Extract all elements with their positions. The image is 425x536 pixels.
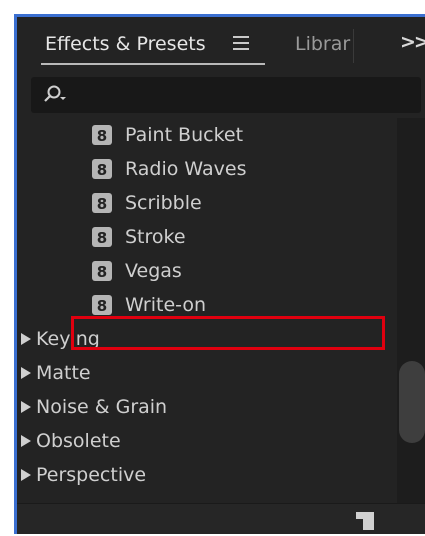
hamburger-menu-icon[interactable] bbox=[233, 36, 249, 52]
panel-footer bbox=[17, 503, 425, 534]
category-item[interactable]: Matte bbox=[17, 356, 397, 390]
preset-8-icon: 8 bbox=[92, 295, 112, 315]
list-item-stroke[interactable]: 8 Stroke bbox=[17, 220, 397, 254]
search-input[interactable] bbox=[31, 77, 421, 113]
category-item[interactable]: Obsolete bbox=[17, 424, 397, 458]
tab-effects-presets[interactable]: Effects & Presets bbox=[45, 33, 206, 55]
list-item-label: Paint Bucket bbox=[125, 124, 244, 146]
category-label: Perspective bbox=[36, 464, 147, 486]
list-item-label: Radio Waves bbox=[125, 158, 247, 180]
preset-8-icon: 8 bbox=[92, 227, 112, 247]
preset-8-icon: 8 bbox=[92, 159, 112, 179]
svg-text:8: 8 bbox=[97, 161, 107, 179]
effects-presets-panel: Effects & Presets Librar >> 8 Paint Buck… bbox=[14, 14, 425, 534]
category-label: Matte bbox=[36, 362, 91, 384]
double-chevron-right-icon[interactable]: >> bbox=[400, 31, 425, 53]
disclosure-triangle-right-icon[interactable] bbox=[20, 468, 32, 482]
active-tab-underline bbox=[41, 63, 265, 65]
tab-divider bbox=[353, 29, 354, 63]
preset-8-icon: 8 bbox=[92, 125, 112, 145]
list-item[interactable]: 8 Vegas bbox=[17, 254, 397, 288]
tab-libraries[interactable]: Librar bbox=[295, 33, 351, 55]
svg-text:8: 8 bbox=[97, 127, 107, 145]
scrollbar-thumb[interactable] bbox=[399, 361, 425, 443]
preset-8-icon: 8 bbox=[92, 193, 112, 213]
list-item[interactable]: 8 Radio Waves bbox=[17, 152, 397, 186]
list-item-label: Vegas bbox=[125, 260, 182, 282]
svg-text:8: 8 bbox=[97, 263, 107, 281]
stroke-highlight-box bbox=[71, 316, 385, 350]
disclosure-triangle-right-icon[interactable] bbox=[20, 434, 32, 448]
list-item-label: Scribble bbox=[125, 192, 202, 214]
new-folder-icon[interactable] bbox=[355, 511, 375, 531]
scrollbar-track[interactable] bbox=[397, 118, 425, 503]
disclosure-triangle-right-icon[interactable] bbox=[20, 400, 32, 414]
category-item[interactable]: Perspective bbox=[17, 458, 397, 492]
category-label: Obsolete bbox=[36, 430, 121, 452]
list-item-label: Stroke bbox=[125, 226, 186, 248]
disclosure-triangle-right-icon[interactable] bbox=[20, 332, 32, 346]
category-label: Noise & Grain bbox=[36, 396, 168, 418]
disclosure-triangle-right-icon[interactable] bbox=[20, 366, 32, 380]
svg-text:8: 8 bbox=[97, 229, 107, 247]
effects-tree-list: 8 Paint Bucket 8 Radio Waves 8 Scribble … bbox=[17, 118, 397, 503]
list-item[interactable]: 8 Scribble bbox=[17, 186, 397, 220]
search-icon[interactable] bbox=[41, 83, 71, 107]
list-item-label: Write-on bbox=[125, 294, 207, 316]
preset-8-icon: 8 bbox=[92, 261, 112, 281]
category-item[interactable]: Noise & Grain bbox=[17, 390, 397, 424]
svg-text:8: 8 bbox=[97, 297, 107, 315]
svg-text:8: 8 bbox=[97, 195, 107, 213]
panel-tab-bar: Effects & Presets Librar >> bbox=[17, 17, 425, 77]
list-item[interactable]: 8 Paint Bucket bbox=[17, 118, 397, 152]
